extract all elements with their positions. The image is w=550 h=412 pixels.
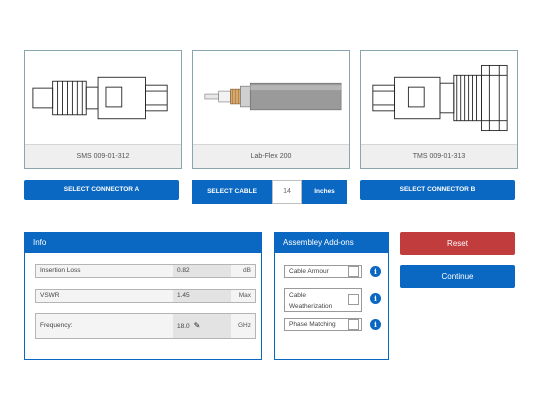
insertion-loss-unit: dB <box>243 267 251 274</box>
addons-panel: Assembley Add-ons Cable Armour i Cable W… <box>274 232 389 360</box>
insertion-loss-row: Insertion Loss 0.82 dB <box>35 264 256 278</box>
phase-matching-checkbox[interactable] <box>348 319 359 330</box>
cable-armour-checkbox[interactable] <box>348 266 359 277</box>
connector-a-caption: SMS 009-01-312 <box>25 144 181 168</box>
frequency-label: Frequency: <box>40 322 73 329</box>
select-connector-a-button[interactable]: SELECT CONNECTOR A <box>24 180 179 200</box>
info-icon[interactable]: i <box>370 293 381 304</box>
vswr-value: 1.45 <box>173 290 231 302</box>
frequency-unit: GHz <box>238 322 251 329</box>
select-connector-b-button[interactable]: SELECT CONNECTOR B <box>360 180 515 200</box>
info-icon[interactable]: i <box>370 266 381 277</box>
frequency-row: Frequency: 18.0 ✎ GHz <box>35 313 256 339</box>
addon-phase-matching[interactable]: Phase Matching <box>284 318 362 331</box>
vswr-unit: Max <box>238 292 251 299</box>
info-panel: Info Insertion Loss 0.82 dB VSWR 1.45 Ma… <box>24 232 262 360</box>
continue-button[interactable]: Continue <box>400 265 515 288</box>
addons-panel-title: Assembley Add-ons <box>275 233 388 253</box>
cable-select-row: SELECT CABLE 14 Inches <box>192 180 347 204</box>
cable-length-input[interactable]: 14 <box>272 180 302 204</box>
addon-cable-weatherization[interactable]: Cable Weatherization <box>284 288 362 312</box>
cable-caption: Lab-Flex 200 <box>193 144 349 168</box>
addon-cable-armour[interactable]: Cable Armour <box>284 265 362 278</box>
info-panel-title: Info <box>25 233 261 253</box>
cable-weatherization-checkbox[interactable] <box>348 294 359 305</box>
edit-icon[interactable]: ✎ <box>194 314 201 338</box>
frequency-value: 18.0 <box>177 323 190 330</box>
connector-b-drawing <box>372 64 508 132</box>
info-icon[interactable]: i <box>370 319 381 330</box>
connector-a-drawing <box>32 76 168 120</box>
cable-card[interactable]: Lab-Flex 200 <box>192 50 350 169</box>
insertion-loss-label: Insertion Loss <box>40 267 81 274</box>
insertion-loss-value: 0.82 <box>173 265 231 277</box>
frequency-field[interactable]: 18.0 ✎ <box>173 314 231 338</box>
vswr-label: VSWR <box>40 292 60 299</box>
reset-button[interactable]: Reset <box>400 232 515 255</box>
connector-b-caption: TMS 009-01-313 <box>361 144 517 168</box>
select-cable-button[interactable]: SELECT CABLE <box>192 180 272 204</box>
connector-a-card[interactable]: SMS 009-01-312 <box>24 50 182 169</box>
connector-b-card[interactable]: TMS 009-01-313 <box>360 50 518 169</box>
cable-drawing <box>204 82 342 111</box>
vswr-row: VSWR 1.45 Max <box>35 289 256 303</box>
cable-length-unit[interactable]: Inches <box>302 180 347 204</box>
